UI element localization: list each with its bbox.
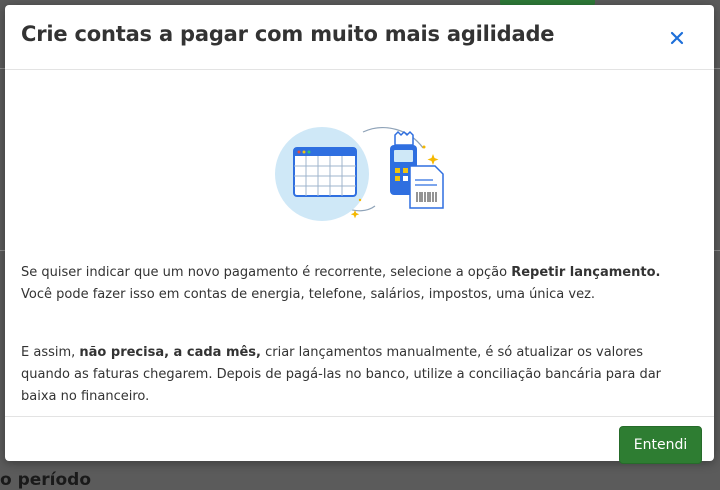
paragraph-text: E assim, bbox=[21, 345, 80, 360]
invoice-illustration bbox=[409, 165, 444, 209]
repeat-option-highlight: Repetir lançamento. bbox=[511, 265, 661, 280]
paragraph-text: Você pode fazer isso em contas de energi… bbox=[21, 287, 596, 302]
close-icon bbox=[670, 31, 684, 45]
calendar-illustration bbox=[275, 127, 369, 221]
modal-title: Crie contas a pagar com muito mais agili… bbox=[21, 22, 555, 46]
understood-button[interactable]: Entendi bbox=[619, 426, 702, 464]
recurring-payment-modal: Crie contas a pagar com muito mais agili… bbox=[5, 5, 714, 461]
close-button[interactable] bbox=[666, 27, 688, 49]
background-section-title: o período bbox=[0, 470, 92, 490]
modal-footer bbox=[5, 416, 714, 461]
recurring-payment-illustration bbox=[275, 127, 444, 221]
paragraph-text: Se quiser indicar que um novo pagamento … bbox=[21, 265, 512, 280]
reconciliation-info-paragraph: E assim, não precisa, a cada mês, criar … bbox=[21, 342, 691, 408]
modal-header: Crie contas a pagar com muito mais agili… bbox=[5, 5, 714, 70]
recurring-info-paragraph: Se quiser indicar que um novo pagamento … bbox=[21, 262, 691, 306]
monthly-highlight: não precisa, a cada mês, bbox=[79, 345, 261, 360]
